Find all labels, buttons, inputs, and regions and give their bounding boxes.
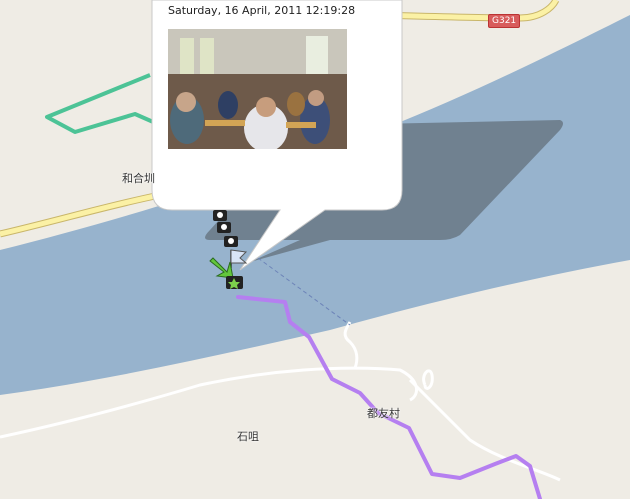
road-shield-g321: G321 [488, 14, 521, 28]
place-label-duyou: 都友村 [367, 407, 400, 420]
popup-timestamp: Saturday, 16 April, 2011 12:19:28 [168, 4, 356, 17]
camera-icon[interactable] [217, 222, 231, 233]
popup-photo[interactable] [168, 29, 347, 152]
map-canvas[interactable] [0, 0, 630, 499]
start-star-icon[interactable] [226, 276, 243, 289]
map-view[interactable]: 和合圳 都友村 石咀 G321 Saturday, 16 April, 2011… [0, 0, 630, 499]
place-label-hehe: 和合圳 [122, 172, 155, 185]
camera-icon[interactable] [224, 236, 238, 247]
place-label-shiju: 石咀 [237, 430, 259, 443]
camera-icon[interactable] [213, 210, 227, 221]
